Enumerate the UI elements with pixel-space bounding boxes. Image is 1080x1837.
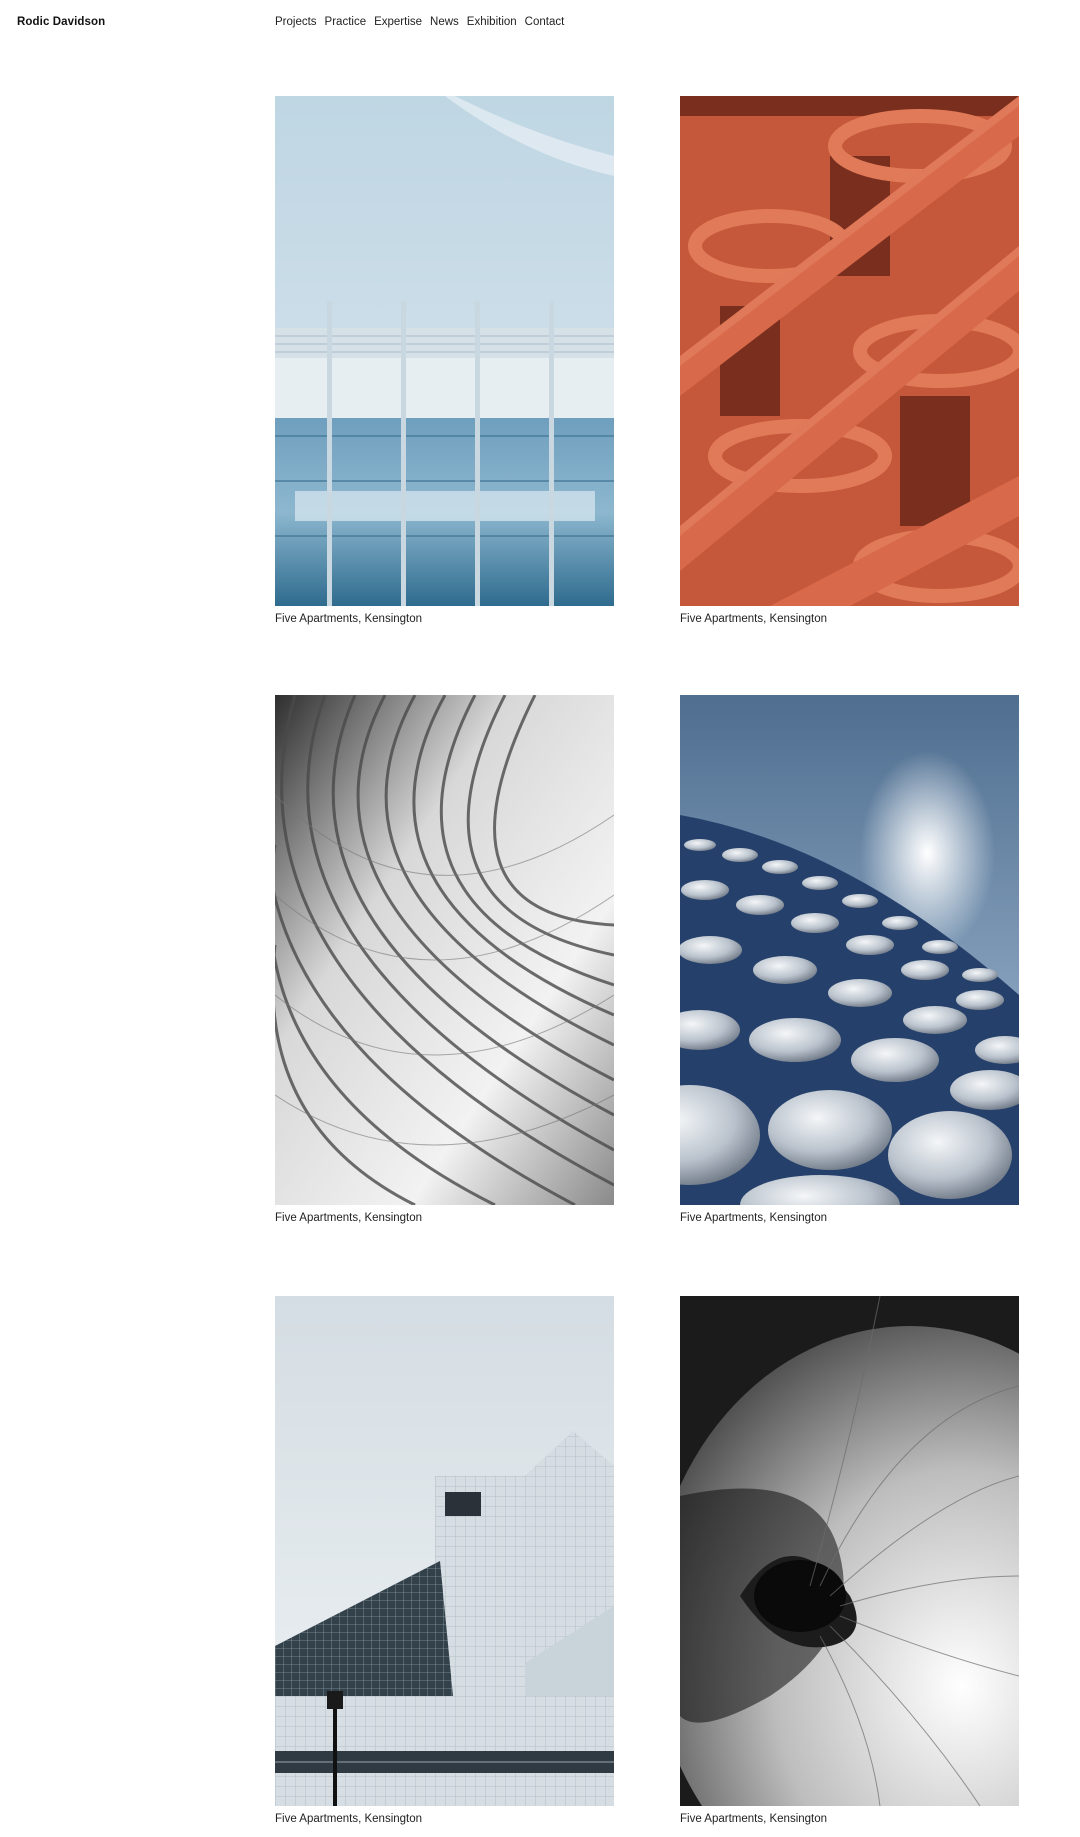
project-caption[interactable]: Five Apartments, Kensington [680,1212,1019,1224]
main-nav: Projects Practice Expertise News Exhibit… [275,16,564,28]
project-card[interactable]: Five Apartments, Kensington [275,96,614,625]
nav-news[interactable]: News [430,16,459,28]
project-image-glass-facade[interactable] [275,96,614,606]
project-image-disc-clad[interactable] [680,695,1019,1205]
nav-expertise[interactable]: Expertise [374,16,422,28]
project-card[interactable]: Five Apartments, Kensington [680,96,1019,625]
project-card[interactable]: Five Apartments, Kensington [275,695,614,1224]
project-card[interactable]: Five Apartments, Kensington [275,1296,614,1825]
nav-projects[interactable]: Projects [275,16,317,28]
nav-contact[interactable]: Contact [525,16,565,28]
project-caption[interactable]: Five Apartments, Kensington [680,1813,1019,1825]
project-image-orange-balcony[interactable] [680,96,1019,606]
project-caption[interactable]: Five Apartments, Kensington [275,1813,614,1825]
project-image-curved-lattice[interactable] [275,695,614,1205]
project-card[interactable]: Five Apartments, Kensington [680,695,1019,1224]
project-card[interactable]: Five Apartments, Kensington [680,1296,1019,1825]
project-caption[interactable]: Five Apartments, Kensington [275,613,614,625]
nav-exhibition[interactable]: Exhibition [467,16,517,28]
project-image-spiral-ceiling[interactable] [680,1296,1019,1806]
project-image-angular-tiled[interactable] [275,1296,614,1806]
nav-practice[interactable]: Practice [325,16,367,28]
brand-logo[interactable]: Rodic Davidson [17,16,105,28]
project-caption[interactable]: Five Apartments, Kensington [680,613,1019,625]
project-caption[interactable]: Five Apartments, Kensington [275,1212,614,1224]
